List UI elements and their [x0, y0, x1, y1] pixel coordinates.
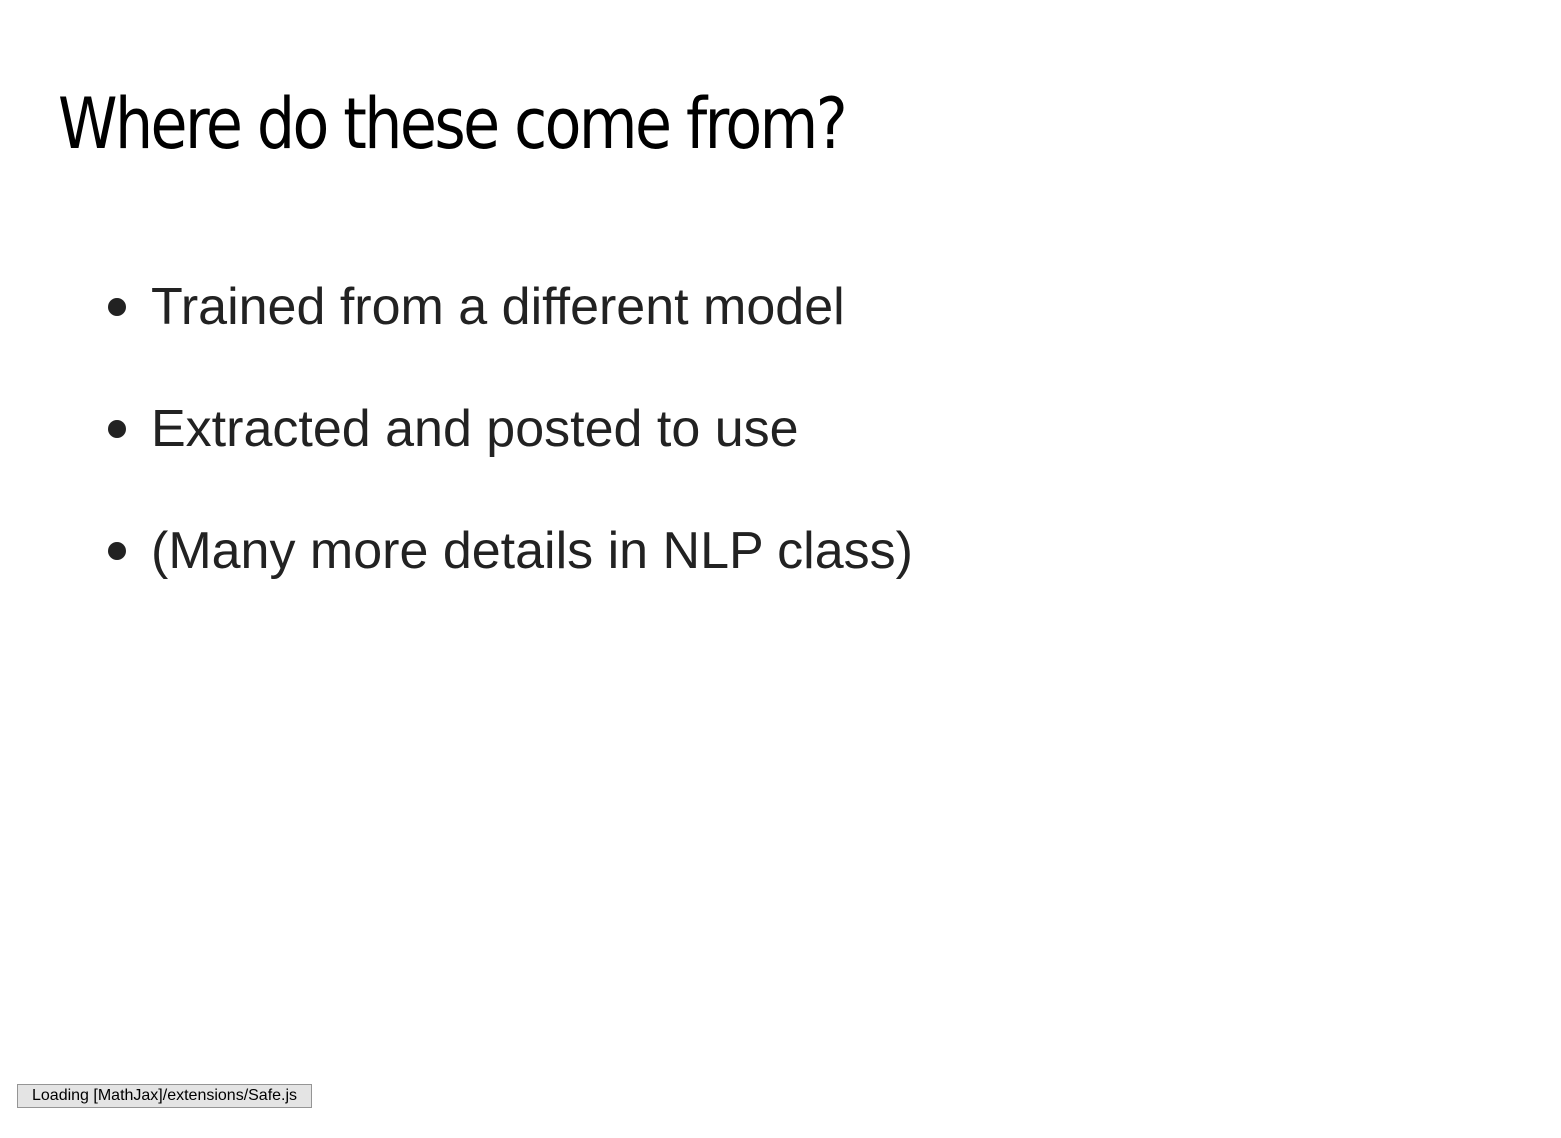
list-item: Extracted and posted to use	[108, 399, 799, 459]
bullet-text: Extracted and posted to use	[151, 400, 799, 458]
bullet-text: (Many more details in NLP class)	[151, 522, 913, 580]
bullet-icon	[108, 542, 126, 560]
list-item: Trained from a different model	[108, 277, 845, 337]
bullet-text: Trained from a different model	[151, 278, 845, 336]
list-item: (Many more details in NLP class)	[108, 521, 913, 581]
bullet-icon	[108, 420, 126, 438]
slide: Where do these come from? Trained from a…	[0, 0, 1561, 1138]
bullet-icon	[108, 298, 126, 316]
mathjax-loading-status: Loading [MathJax]/extensions/Safe.js	[17, 1084, 313, 1108]
slide-title: Where do these come from?	[58, 83, 848, 165]
